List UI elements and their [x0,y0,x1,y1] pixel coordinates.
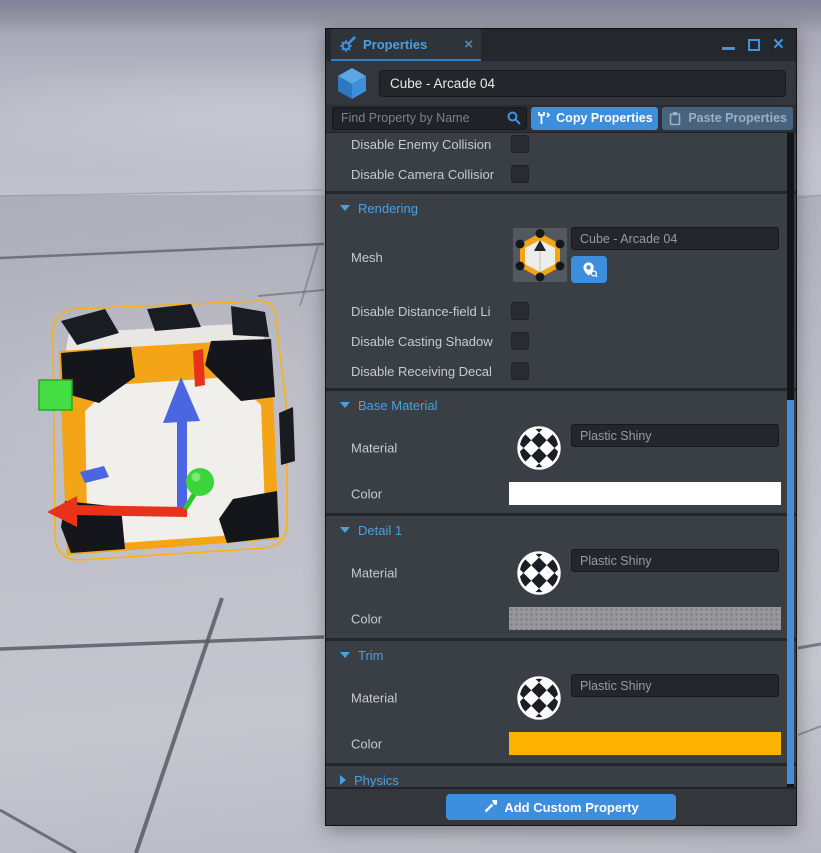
gizmo-up-arrow[interactable] [177,420,187,512]
property-row-disable-receiving-decal: Disable Receiving Decal [326,356,796,386]
material-sphere-icon[interactable] [517,551,561,595]
material-value-field[interactable] [571,424,779,447]
gizmo-green-plane-handle[interactable] [39,380,72,410]
expand-arrow-icon [340,775,346,785]
material-value-field[interactable] [571,549,779,572]
material-value-field[interactable] [571,674,779,697]
property-label: Material [351,691,397,706]
property-row-color: Color [326,727,796,761]
property-row-material: Material [326,544,796,602]
collapse-arrow-icon [340,205,350,211]
property-label: Disable Distance-field Li [351,304,511,319]
search-input[interactable] [332,107,527,130]
gizmo-red-plane-handle[interactable] [193,349,205,387]
entity-header [326,61,796,106]
property-label: Disable Enemy Collision [351,137,511,152]
add-custom-property-label: Add Custom Property [504,800,638,815]
tab-bar: Properties × × [326,29,796,61]
checkbox-disable-casting-shadow[interactable] [511,332,529,350]
collapse-arrow-icon [340,402,350,408]
gizmo-scale-ball[interactable] [186,468,214,496]
gear-wrench-icon [339,36,356,53]
section-header-detail-1[interactable]: Detail 1 [326,516,796,544]
property-list: Disable Enemy Collision Disable Camera C… [326,133,796,787]
mesh-thumbnail[interactable] [513,228,567,282]
close-icon[interactable]: × [773,39,784,51]
property-label: Material [351,566,397,581]
tools-icon [536,111,550,125]
tab-properties[interactable]: Properties × [331,29,481,61]
scrollbar-thumb[interactable] [787,400,794,784]
maximize-icon[interactable] [748,39,760,51]
property-row-mesh: Mesh [326,222,796,296]
property-label: Disable Casting Shadow [351,334,511,349]
copy-properties-button[interactable]: Copy Properties [531,107,659,130]
checkbox-disable-receiving-decal[interactable] [511,362,529,380]
material-sphere-icon[interactable] [517,426,561,470]
property-row-color: Color [326,602,796,636]
checkbox-disable-camera-collision[interactable] [511,165,529,183]
property-label: Material [351,441,397,456]
section-header-base-material[interactable]: Base Material [326,391,796,419]
property-label: Disable Receiving Decal [351,364,511,379]
entity-name-input[interactable] [379,70,786,97]
section-header-physics[interactable]: Physics [326,766,796,787]
wrench-icon [483,800,497,814]
minimize-icon[interactable] [722,47,735,50]
property-label: Disable Camera Collisior [351,167,511,182]
scrollbar-track[interactable] [787,133,794,787]
clipboard-icon [668,111,682,126]
section-header-trim[interactable]: Trim [326,641,796,669]
collapse-arrow-icon [340,527,350,533]
panel-footer: Add Custom Property [326,787,796,825]
tab-title: Properties [363,37,457,52]
property-toolbar: Copy Properties Paste Properties [326,106,796,133]
properties-panel: Properties × × [325,28,797,826]
property-row-disable-camera-collision: Disable Camera Collisior [326,159,796,189]
window-controls: × [722,29,796,61]
checkbox-disable-enemy-collision[interactable] [511,135,529,153]
cube-entity-icon [334,65,370,101]
property-label: Color [351,612,382,627]
property-row-material: Material [326,669,796,727]
color-swatch-base[interactable] [509,482,781,505]
property-label: Color [351,487,382,502]
color-swatch-detail-1[interactable] [509,607,781,630]
tab-close-icon[interactable]: × [464,36,473,53]
paste-properties-label: Paste Properties [688,111,787,125]
collapse-arrow-icon [340,652,350,658]
checkbox-disable-distance-field[interactable] [511,302,529,320]
color-swatch-trim[interactable] [509,732,781,755]
property-row-disable-distance-field: Disable Distance-field Li [326,296,796,326]
property-label: Mesh [351,250,383,265]
selected-cube-object[interactable] [35,293,305,575]
paste-properties-button[interactable]: Paste Properties [662,107,793,130]
pin-search-icon [581,261,598,278]
mesh-value-field[interactable] [571,227,779,250]
property-row-color: Color [326,477,796,511]
section-header-rendering[interactable]: Rendering [326,194,796,222]
copy-properties-label: Copy Properties [556,111,653,125]
locate-mesh-button[interactable] [571,256,607,283]
add-custom-property-button[interactable]: Add Custom Property [446,794,676,820]
property-row-material: Material [326,419,796,477]
property-row-disable-enemy-collision: Disable Enemy Collision [326,133,796,159]
property-row-disable-casting-shadow: Disable Casting Shadow [326,326,796,356]
material-sphere-icon[interactable] [517,676,561,720]
search-icon [506,110,522,126]
property-label: Color [351,737,382,752]
gizmo-x-arrow[interactable] [73,505,187,517]
